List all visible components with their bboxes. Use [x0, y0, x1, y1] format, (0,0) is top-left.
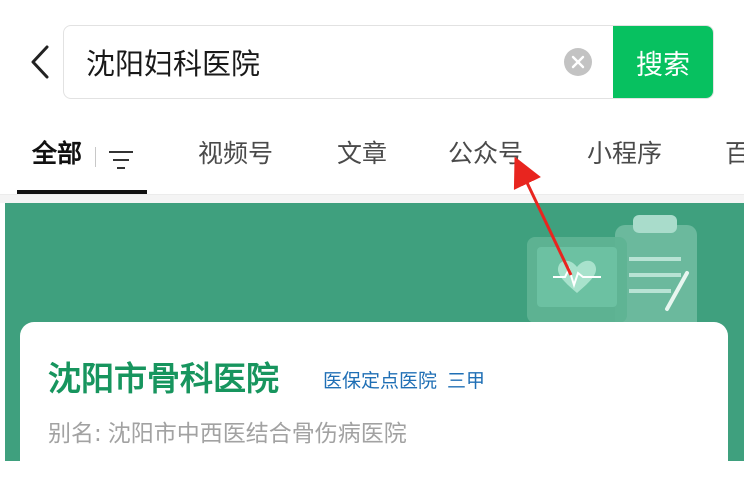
tab-all[interactable]: 全部 — [32, 134, 82, 170]
badge-grade: 三甲 — [447, 370, 486, 392]
tab-separator — [95, 147, 96, 167]
hospital-badges: 医保定点医院 三甲 — [323, 366, 485, 393]
alias-value: 沈阳市中西医结合骨伤病医院 — [107, 421, 407, 447]
tab-baike[interactable]: 百 — [725, 134, 744, 170]
hospital-name[interactable]: 沈阳市骨科医院 — [48, 352, 279, 400]
chevron-left-icon — [31, 45, 49, 79]
tab-official-accounts[interactable]: 公众号 — [448, 134, 523, 170]
search-bar: 搜索 — [63, 25, 714, 99]
search-button[interactable]: 搜索 — [613, 26, 713, 98]
back-button[interactable] — [24, 42, 56, 82]
section-gap — [0, 195, 744, 203]
alias-label: 别名: — [48, 421, 102, 447]
search-input[interactable] — [86, 26, 546, 98]
hospital-result-card[interactable]: 沈阳市骨科医院 医保定点医院 三甲 别名: 沈阳市中西医结合骨伤病医院 — [20, 322, 728, 482]
clear-search-button[interactable] — [564, 48, 592, 76]
result-tabs: 全部 视频号 文章 公众号 小程序 百 — [0, 120, 744, 194]
close-icon — [571, 55, 585, 69]
tab-channels[interactable]: 视频号 — [198, 134, 273, 170]
tab-mini-programs[interactable]: 小程序 — [587, 134, 662, 170]
badge-insurance: 医保定点医院 — [323, 370, 438, 392]
filter-icon[interactable] — [108, 150, 134, 170]
hospital-alias: 别名: 沈阳市中西医结合骨伤病医院 — [48, 414, 407, 448]
tab-articles[interactable]: 文章 — [337, 134, 387, 170]
